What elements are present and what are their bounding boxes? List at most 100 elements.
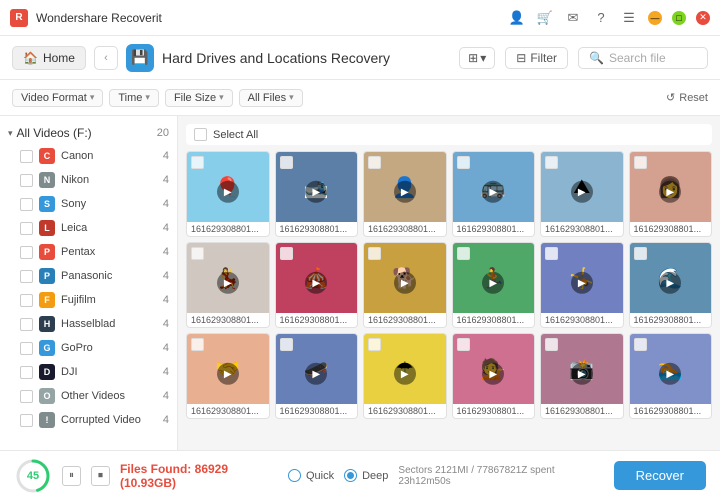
sidebar-item-checkbox[interactable] bbox=[20, 294, 33, 307]
thumb-checkbox[interactable] bbox=[191, 156, 204, 169]
sidebar-item-checkbox[interactable] bbox=[20, 174, 33, 187]
sidebar-item-label: Pentax bbox=[61, 246, 157, 258]
video-thumbnail[interactable]: 🎪 ▶ 161629308801... bbox=[275, 242, 359, 328]
time-filter[interactable]: Time ▾ bbox=[109, 89, 159, 107]
thumb-checkbox[interactable] bbox=[634, 247, 647, 260]
sidebar-item-dji[interactable]: D DJI 4 bbox=[0, 360, 177, 384]
stop-button[interactable]: ⏹ bbox=[91, 466, 110, 486]
video-thumbnail[interactable]: ☂ ▶ 161629308801... bbox=[363, 333, 447, 419]
video-thumbnail[interactable]: 🤝 ▶ 161629308801... bbox=[186, 333, 270, 419]
video-thumbnail[interactable]: 💃 ▶ 161629308801... bbox=[186, 242, 270, 328]
select-all-checkbox[interactable] bbox=[194, 128, 207, 141]
sidebar-item-label: Nikon bbox=[61, 174, 157, 186]
sidebar-item-checkbox[interactable] bbox=[20, 150, 33, 163]
sidebar-item-checkbox[interactable] bbox=[20, 270, 33, 283]
sidebar-item-sony[interactable]: S Sony 4 bbox=[0, 192, 177, 216]
view-toggle-button[interactable]: ⊞ ▾ bbox=[459, 47, 495, 69]
user-icon[interactable]: 👤 bbox=[508, 9, 526, 27]
sidebar-item-checkbox[interactable] bbox=[20, 366, 33, 379]
sidebar-group-all-videos[interactable]: ▾ All Videos (F:) 20 bbox=[0, 122, 177, 144]
email-icon[interactable]: ✉ bbox=[564, 9, 582, 27]
sidebar-item-hasselblad[interactable]: H Hasselblad 4 bbox=[0, 312, 177, 336]
app-icon: R bbox=[10, 9, 28, 27]
sidebar-item-checkbox[interactable] bbox=[20, 246, 33, 259]
sidebar-item-other-videos[interactable]: O Other Videos 4 bbox=[0, 384, 177, 408]
video-thumbnail[interactable]: 🏊 ▶ 161629308801... bbox=[629, 333, 713, 419]
video-thumbnail[interactable]: 🤸 ▶ 161629308801... bbox=[540, 242, 624, 328]
pause-button[interactable]: ⏸ bbox=[62, 466, 81, 486]
video-thumbnail[interactable]: 💁 ▶ 161629308801... bbox=[452, 333, 536, 419]
sidebar-item-nikon[interactable]: N Nikon 4 bbox=[0, 168, 177, 192]
minimize-button[interactable]: — bbox=[648, 11, 662, 25]
video-thumbnail[interactable]: 🛹 ▶ 161629308801... bbox=[275, 333, 359, 419]
sidebar-item-checkbox[interactable] bbox=[20, 414, 33, 427]
video-thumbnail[interactable]: 👤 ▶ 161629308801... bbox=[363, 151, 447, 237]
recover-button[interactable]: Recover bbox=[614, 461, 706, 490]
thumb-checkbox[interactable] bbox=[634, 338, 647, 351]
sidebar-item-checkbox[interactable] bbox=[20, 342, 33, 355]
video-thumbnail[interactable]: 🎿 ▶ 161629308801... bbox=[275, 151, 359, 237]
thumb-checkbox[interactable] bbox=[457, 156, 470, 169]
video-thumbnail[interactable]: ⛰ ▶ 161629308801... bbox=[540, 151, 624, 237]
video-thumbnail[interactable]: 🚌 ▶ 161629308801... bbox=[452, 151, 536, 237]
filter-button[interactable]: ⊟ Filter bbox=[505, 47, 568, 69]
files-found-label: Files Found: bbox=[120, 462, 191, 476]
video-format-filter[interactable]: Video Format ▾ bbox=[12, 89, 103, 107]
video-thumbnail[interactable]: 🎈 ▶ 161629308801... bbox=[186, 151, 270, 237]
sidebar-item-leica[interactable]: L Leica 4 bbox=[0, 216, 177, 240]
sidebar-item-corrupted-video[interactable]: ! Corrupted Video 4 bbox=[0, 408, 177, 432]
menu-icon[interactable]: ☰ bbox=[620, 9, 638, 27]
sidebar-item-checkbox[interactable] bbox=[20, 198, 33, 211]
sidebar-item-count: 4 bbox=[163, 270, 169, 282]
play-icon: ▶ bbox=[482, 272, 504, 294]
all-files-filter[interactable]: All Files ▾ bbox=[239, 89, 303, 107]
video-thumbnail[interactable]: 🌊 ▶ 161629308801... bbox=[629, 242, 713, 328]
thumb-checkbox[interactable] bbox=[545, 247, 558, 260]
sidebar-item-fujifilm[interactable]: F Fujifilm 4 bbox=[0, 288, 177, 312]
sidebar-item-checkbox[interactable] bbox=[20, 318, 33, 331]
thumb-checkbox[interactable] bbox=[191, 247, 204, 260]
maximize-button[interactable]: □ bbox=[672, 11, 686, 25]
sidebar-item-canon[interactable]: C Canon 4 bbox=[0, 144, 177, 168]
progress-percent: 45 bbox=[27, 470, 39, 482]
play-icon: ▶ bbox=[571, 181, 593, 203]
video-thumbnail[interactable]: 👩 ▶ 161629308801... bbox=[629, 151, 713, 237]
sidebar-item-panasonic[interactable]: P Panasonic 4 bbox=[0, 264, 177, 288]
thumb-label: 161629308801... bbox=[541, 222, 623, 236]
thumb-checkbox[interactable] bbox=[191, 338, 204, 351]
back-button[interactable]: ‹ bbox=[94, 46, 118, 70]
sidebar-item-pentax[interactable]: P Pentax 4 bbox=[0, 240, 177, 264]
files-count: 86929 bbox=[195, 462, 228, 476]
thumb-checkbox[interactable] bbox=[368, 338, 381, 351]
thumb-checkbox[interactable] bbox=[280, 338, 293, 351]
video-thumbnail[interactable]: 🏃 ▶ 161629308801... bbox=[452, 242, 536, 328]
scan-info: Sectors 2121MI / 77867821Z spent 23h12m5… bbox=[398, 465, 591, 487]
sidebar-item-checkbox[interactable] bbox=[20, 222, 33, 235]
quick-scan-mode[interactable]: Quick bbox=[288, 469, 334, 482]
play-icon: ▶ bbox=[394, 272, 416, 294]
video-thumbnail[interactable]: 📸 ▶ 161629308801... bbox=[540, 333, 624, 419]
file-size-filter[interactable]: File Size ▾ bbox=[165, 89, 233, 107]
thumb-checkbox[interactable] bbox=[545, 338, 558, 351]
thumb-checkbox[interactable] bbox=[368, 156, 381, 169]
thumb-checkbox[interactable] bbox=[368, 247, 381, 260]
home-button[interactable]: 🏠 Home bbox=[12, 46, 86, 70]
video-thumbnail[interactable]: 🐕 ▶ 161629308801... bbox=[363, 242, 447, 328]
thumb-checkbox[interactable] bbox=[280, 247, 293, 260]
search-box[interactable]: 🔍 Search file bbox=[578, 47, 708, 69]
sidebar-item-label: Leica bbox=[61, 222, 157, 234]
sidebar-item-gopro[interactable]: G GoPro 4 bbox=[0, 336, 177, 360]
play-icon: ▶ bbox=[659, 181, 681, 203]
thumb-checkbox[interactable] bbox=[634, 156, 647, 169]
cart-icon[interactable]: 🛒 bbox=[536, 9, 554, 27]
deep-scan-mode[interactable]: Deep bbox=[344, 469, 388, 482]
reset-button[interactable]: ↺ Reset bbox=[666, 91, 708, 104]
close-button[interactable]: ✕ bbox=[696, 11, 710, 25]
thumb-checkbox[interactable] bbox=[457, 247, 470, 260]
help-icon[interactable]: ? bbox=[592, 9, 610, 27]
thumb-checkbox[interactable] bbox=[545, 156, 558, 169]
grid-icon: ⊞ bbox=[468, 51, 478, 65]
sidebar-item-checkbox[interactable] bbox=[20, 390, 33, 403]
thumb-checkbox[interactable] bbox=[280, 156, 293, 169]
thumb-checkbox[interactable] bbox=[457, 338, 470, 351]
